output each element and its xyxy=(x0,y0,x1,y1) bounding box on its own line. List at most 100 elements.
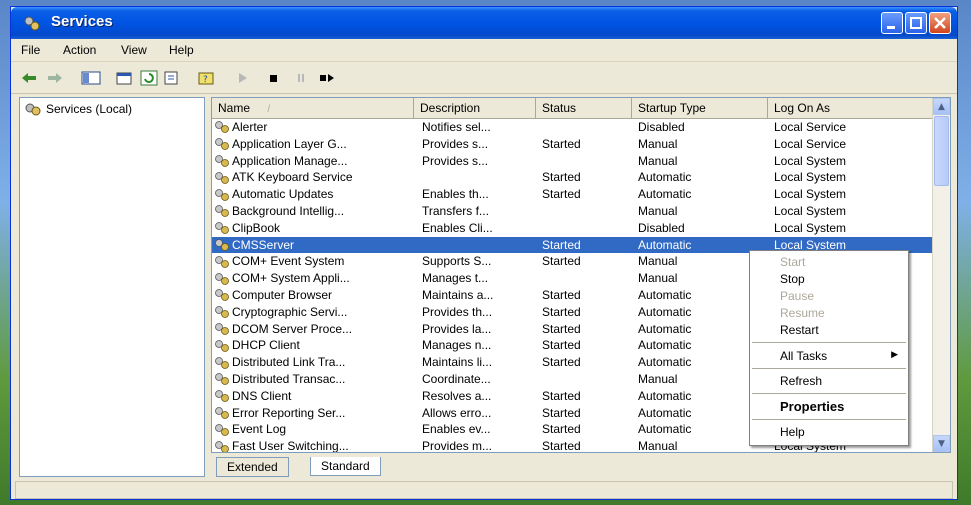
context-menu-separator xyxy=(752,342,906,343)
service-status: Started xyxy=(542,355,581,370)
tab-standard[interactable]: Standard xyxy=(310,457,381,476)
service-name-cell: Distributed Link Tra... xyxy=(214,354,414,371)
context-menu-resume[interactable]: Resume xyxy=(780,306,825,320)
table-row[interactable]: Automatic Updates Enables th... Started Aut… xyxy=(212,186,934,203)
service-description: Transfers f... xyxy=(422,203,489,218)
column-header-status[interactable]: Status xyxy=(536,98,632,118)
service-name-cell: Computer Browser xyxy=(214,287,414,304)
title-bar[interactable]: Services xyxy=(11,7,957,39)
service-status: Started xyxy=(542,136,581,151)
table-row[interactable]: Application Manage... Provides s... Manual… xyxy=(212,153,934,170)
context-menu-all-tasks[interactable]: All Tasks xyxy=(780,349,827,363)
maximize-button[interactable] xyxy=(905,12,927,34)
pause-service-button[interactable] xyxy=(291,69,311,87)
service-description: Maintains li... xyxy=(422,355,493,370)
back-button[interactable] xyxy=(19,69,39,87)
service-gear-icon xyxy=(215,121,229,134)
context-menu-properties[interactable]: Properties xyxy=(780,399,844,414)
service-name: CMSServer xyxy=(232,237,295,252)
service-gear-icon xyxy=(215,323,229,335)
console-tree: Services (Local) xyxy=(19,97,205,477)
back-arrow-icon xyxy=(22,73,36,83)
service-description: Provides m... xyxy=(422,439,493,453)
service-gear-icon xyxy=(215,155,229,167)
window-title: Services xyxy=(51,13,113,30)
column-header-log-on-as[interactable]: Log On As xyxy=(768,98,934,118)
context-menu-stop[interactable]: Stop xyxy=(780,272,805,286)
column-header-name[interactable]: Name / xyxy=(212,98,414,118)
table-row[interactable]: ClipBook Enables Cli... Disabled Local Syst… xyxy=(212,220,934,237)
service-gear-icon xyxy=(215,440,229,452)
service-gear-icon xyxy=(215,306,229,319)
service-name: COM+ System Appli... xyxy=(232,271,350,286)
service-gear-icon xyxy=(215,423,229,436)
service-name-cell: Event Log xyxy=(214,421,414,438)
scroll-down-button[interactable]: ▼ xyxy=(933,435,950,452)
status-bar xyxy=(15,481,953,499)
service-name-cell: DNS Client xyxy=(214,388,414,405)
service-description: Manages n... xyxy=(422,338,492,353)
table-row[interactable]: Background Intellig... Transfers f... Manu… xyxy=(212,203,934,220)
restart-service-button[interactable] xyxy=(317,69,337,87)
service-gear-icon xyxy=(215,356,229,369)
context-menu-help[interactable]: Help xyxy=(780,425,805,439)
scroll-thumb[interactable] xyxy=(934,116,949,186)
service-description: Enables Cli... xyxy=(422,220,493,235)
svg-text:?: ? xyxy=(203,75,208,85)
export-list-button[interactable] xyxy=(163,69,183,87)
context-menu-separator xyxy=(752,393,906,394)
service-name: DHCP Client xyxy=(232,338,300,353)
service-status: Started xyxy=(542,187,581,202)
services-window: Services File Action View Help ? Service… xyxy=(10,6,958,500)
submenu-arrow-icon: ▶ xyxy=(891,350,898,360)
minimize-button[interactable] xyxy=(881,12,903,34)
stop-service-button[interactable] xyxy=(263,69,283,87)
export-list-icon xyxy=(164,71,178,85)
start-service-button[interactable] xyxy=(233,69,253,87)
service-description: Provides la... xyxy=(422,321,492,336)
context-menu-restart[interactable]: Restart xyxy=(780,323,819,337)
properties-tool-button[interactable] xyxy=(115,69,135,87)
service-status: Started xyxy=(542,405,581,420)
service-status: Started xyxy=(542,287,581,302)
menu-action[interactable]: Action xyxy=(63,43,96,57)
context-menu-start[interactable]: Start xyxy=(780,255,805,269)
service-name: Background Intellig... xyxy=(232,203,345,218)
service-name: Alerter xyxy=(232,120,268,134)
toolbar: ? xyxy=(11,63,957,94)
scroll-up-button[interactable]: ▲ xyxy=(933,98,950,115)
service-status: Started xyxy=(542,422,581,437)
service-name: Application Layer G... xyxy=(232,136,347,151)
service-gear-icon xyxy=(215,138,229,151)
service-log-on-as: Local Service xyxy=(774,136,847,151)
tab-extended[interactable]: Extended xyxy=(216,457,289,477)
service-name: DCOM Server Proce... xyxy=(232,321,353,336)
table-row[interactable]: ATK Keyboard Service Started Automatic Loca… xyxy=(212,169,934,186)
refresh-tool-button[interactable] xyxy=(139,69,159,87)
menu-view[interactable]: View xyxy=(121,43,147,57)
service-description: Provides s... xyxy=(422,153,489,168)
column-header-description[interactable]: Description xyxy=(414,98,536,118)
show-hide-tree-button[interactable] xyxy=(81,69,101,87)
services-gear-icon xyxy=(25,103,41,116)
tree-item-services-local[interactable]: Services (Local) xyxy=(24,102,132,116)
vertical-scrollbar[interactable]: ▲ ▼ xyxy=(932,98,950,452)
service-startup-type: Disabled xyxy=(638,220,685,235)
context-menu-refresh[interactable]: Refresh xyxy=(780,374,822,388)
table-row[interactable]: Alerter Notifies sel... Disabled Local Serv… xyxy=(212,119,934,136)
context-menu-pause[interactable]: Pause xyxy=(780,289,814,303)
menu-file[interactable]: File xyxy=(21,43,40,57)
forward-button[interactable] xyxy=(45,69,65,87)
table-row[interactable]: Application Layer G... Provides s... Start… xyxy=(212,136,934,153)
play-icon xyxy=(239,73,247,83)
menu-help[interactable]: Help xyxy=(169,43,194,57)
service-description: Resolves a... xyxy=(422,388,492,403)
close-button[interactable] xyxy=(929,12,951,34)
service-gear-icon xyxy=(215,390,229,403)
pause-icon xyxy=(298,74,304,82)
context-menu-separator xyxy=(752,368,906,369)
column-header-startup-type[interactable]: Startup Type xyxy=(632,98,768,118)
help-tool-button[interactable]: ? xyxy=(197,69,217,87)
service-status: Started xyxy=(542,237,581,252)
service-description: Enables th... xyxy=(422,187,489,202)
